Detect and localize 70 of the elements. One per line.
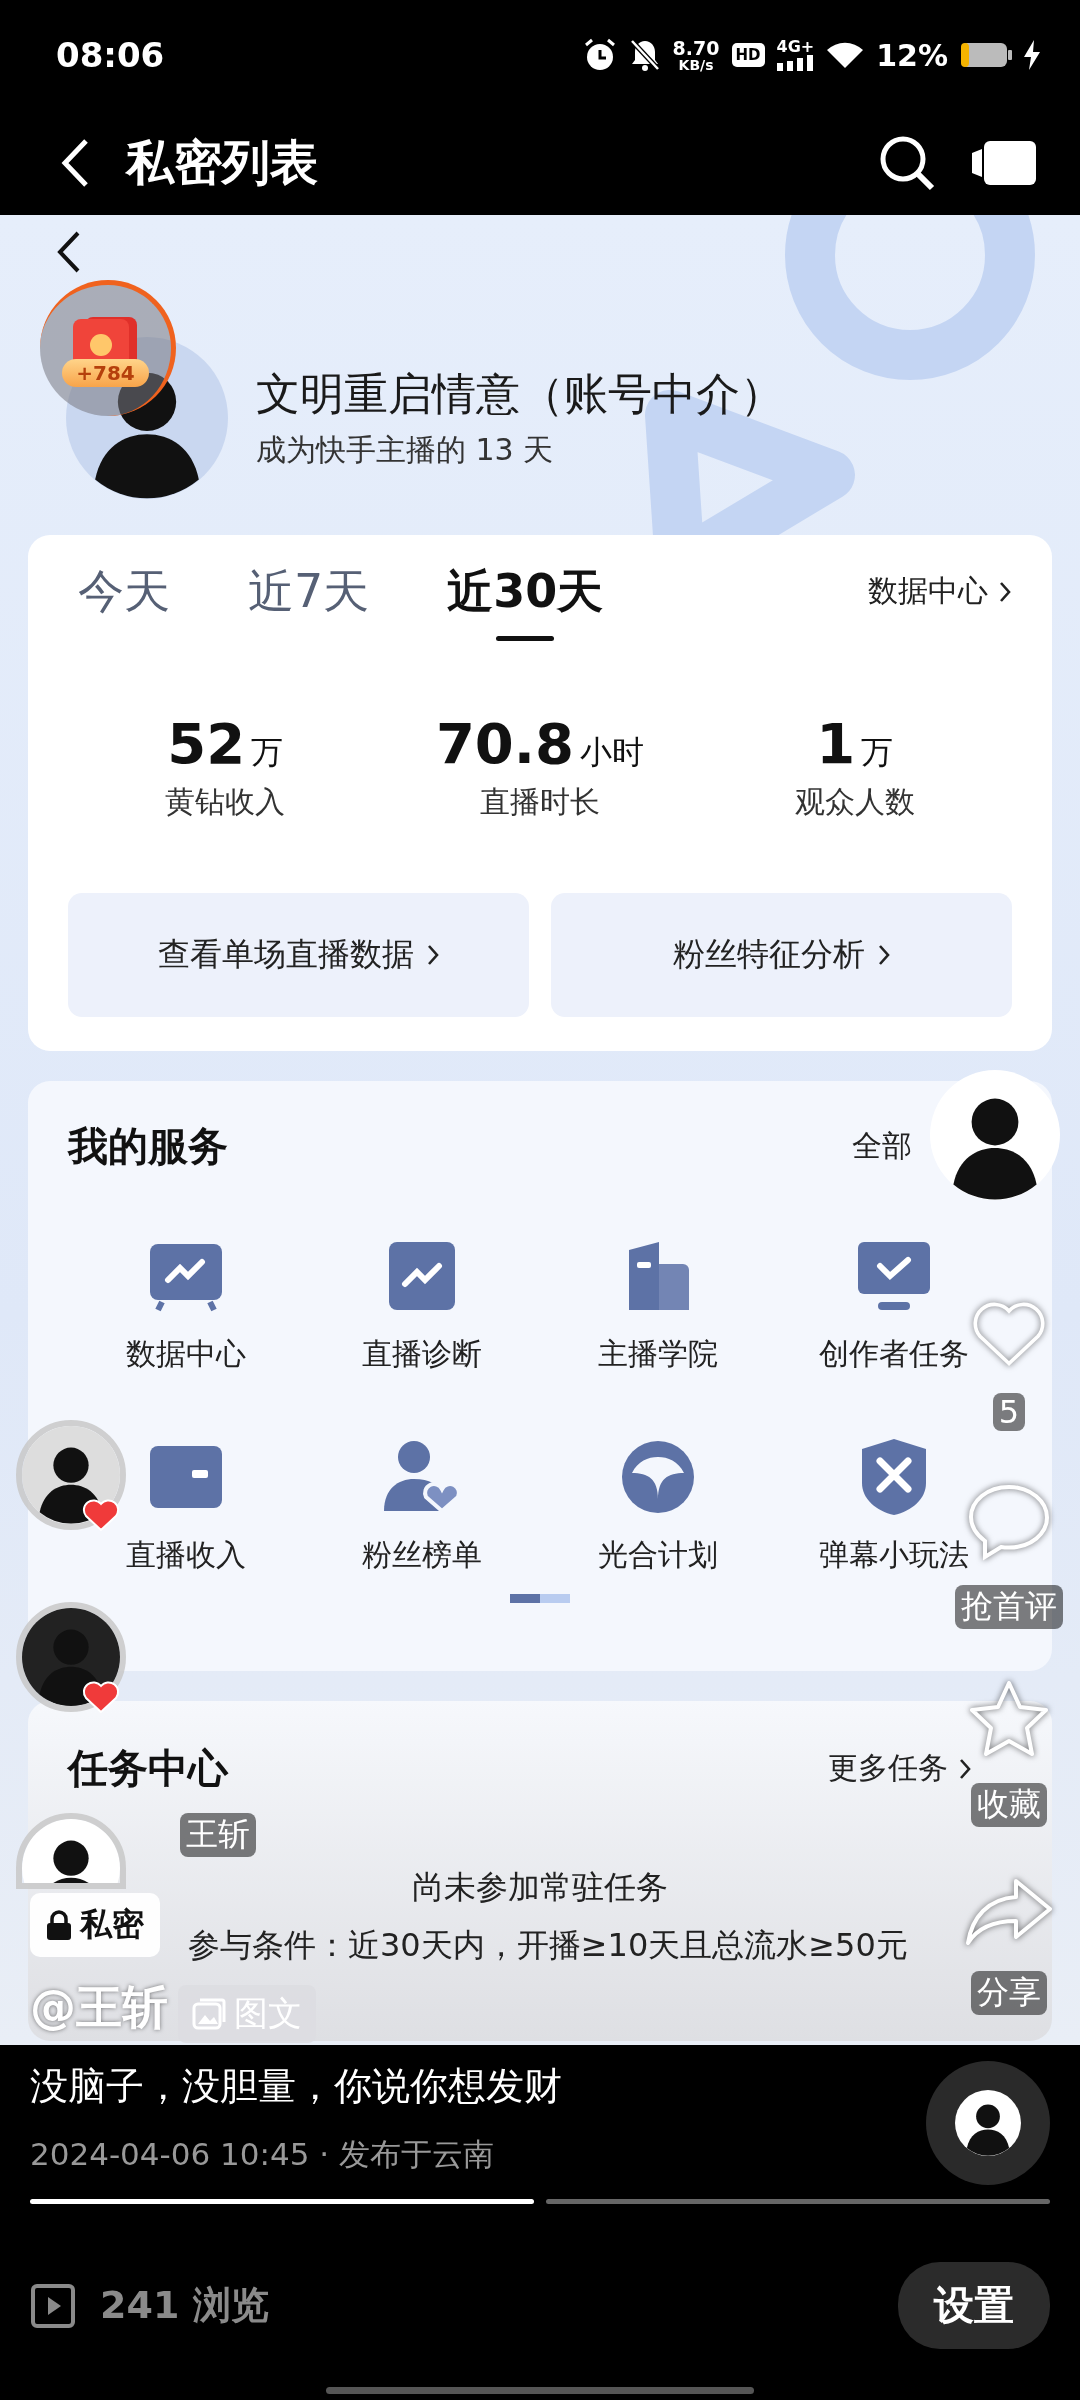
stats-button[interactable]: 查看单场直播数据 bbox=[68, 893, 529, 1017]
heart-icon bbox=[82, 1680, 120, 1714]
service-item[interactable]: 粉丝榜单 bbox=[362, 1435, 482, 1576]
view-count: 241 浏览 bbox=[100, 2282, 269, 2329]
section-title: 我的服务 bbox=[68, 1122, 228, 1171]
action-label: 抢首评 bbox=[955, 1585, 1063, 1629]
all-services-link[interactable]: 全部 bbox=[852, 1126, 912, 1167]
heart-icon bbox=[82, 1498, 120, 1532]
network-type: 4G+ bbox=[776, 39, 815, 55]
play-icon bbox=[30, 2282, 76, 2329]
metric-unit: 小时 bbox=[580, 732, 645, 773]
period-tab[interactable]: 近7天 bbox=[248, 561, 370, 641]
image-icon bbox=[192, 1998, 226, 2030]
battery-percent: 12% bbox=[876, 37, 948, 73]
period-tab[interactable]: 今天 bbox=[78, 561, 170, 641]
hd-badge: HD bbox=[731, 43, 765, 67]
charging-icon bbox=[1024, 40, 1040, 70]
service-item[interactable]: 主播学院 bbox=[598, 1234, 718, 1375]
signal-icon bbox=[776, 55, 813, 71]
monitor-check-icon bbox=[856, 1240, 932, 1312]
service-item[interactable]: 弹幕小玩法 bbox=[819, 1435, 969, 1576]
circle-leaf-icon bbox=[620, 1439, 696, 1515]
envelope-count: +784 bbox=[62, 358, 149, 387]
task-message: 尚未参加常驻任务 bbox=[411, 1867, 669, 1908]
post-meta: 2024-04-06 10:45 · 发布于云南 bbox=[30, 2135, 495, 2174]
service-item[interactable]: 创作者任务 bbox=[819, 1234, 969, 1375]
wifi-icon bbox=[826, 40, 865, 70]
service-item[interactable]: 光合计划 bbox=[598, 1435, 718, 1576]
metric-label: 观众人数 bbox=[794, 783, 915, 821]
chevron-right-icon bbox=[425, 943, 440, 967]
lock-icon bbox=[46, 1910, 72, 1940]
page-title: 私密列表 bbox=[126, 132, 319, 192]
account-name: 文明重启情意（账号中介） bbox=[256, 366, 784, 421]
camera-icon[interactable] bbox=[972, 140, 1036, 185]
service-item[interactable]: 直播诊断 bbox=[362, 1234, 482, 1375]
settings-button[interactable]: 设置 bbox=[898, 2262, 1050, 2349]
viewer-name: 王斩 bbox=[180, 1813, 256, 1857]
metric-value: 70.8 bbox=[435, 711, 575, 776]
more-tasks-link[interactable]: 更多任务 bbox=[828, 1748, 948, 1789]
action-label: 收藏 bbox=[971, 1783, 1047, 1827]
metric-value: 52 bbox=[167, 711, 246, 776]
task-condition: 参与条件：近30天内，开播≥10天且总流水≥50元 bbox=[188, 1925, 908, 1966]
network-speed-unit: KB/s bbox=[678, 57, 714, 72]
anchor-days: 成为快手主播的 13 天 bbox=[256, 429, 784, 471]
card-icon bbox=[148, 1444, 224, 1510]
stats-button[interactable]: 粉丝特征分析 bbox=[551, 893, 1012, 1017]
battery-icon bbox=[960, 42, 1012, 68]
service-item[interactable]: 直播收入 bbox=[126, 1435, 246, 1576]
privacy-badge: 私密 bbox=[30, 1893, 160, 1957]
action-label: 5 bbox=[992, 1393, 1026, 1431]
metric-label: 直播时长 bbox=[480, 783, 600, 821]
metric-unit: 万 bbox=[251, 732, 284, 773]
data-center-link[interactable]: 数据中心 bbox=[868, 571, 988, 612]
service-item[interactable]: 数据中心 bbox=[126, 1234, 246, 1375]
alarm-icon bbox=[582, 38, 617, 72]
network-speed: 8.70 bbox=[672, 38, 720, 58]
back-icon[interactable] bbox=[60, 137, 90, 188]
disc-avatar bbox=[955, 2090, 1021, 2156]
status-time: 08:06 bbox=[56, 35, 166, 75]
metric-value: 1 bbox=[816, 711, 856, 776]
star-icon[interactable] bbox=[967, 1679, 1051, 1759]
post-caption: 没脑子，没胆量，你说你想发财 bbox=[30, 2063, 562, 2110]
chart-icon bbox=[387, 1240, 457, 1312]
chevron-right-icon bbox=[876, 943, 891, 967]
section-title: 任务中心 bbox=[68, 1744, 228, 1793]
metric-label: 黄钻收入 bbox=[165, 783, 286, 821]
metric-unit: 万 bbox=[861, 732, 894, 773]
action-label: 分享 bbox=[971, 1971, 1047, 2015]
period-tab[interactable]: 近30天 bbox=[447, 561, 604, 641]
bell-muted-icon bbox=[628, 38, 661, 72]
